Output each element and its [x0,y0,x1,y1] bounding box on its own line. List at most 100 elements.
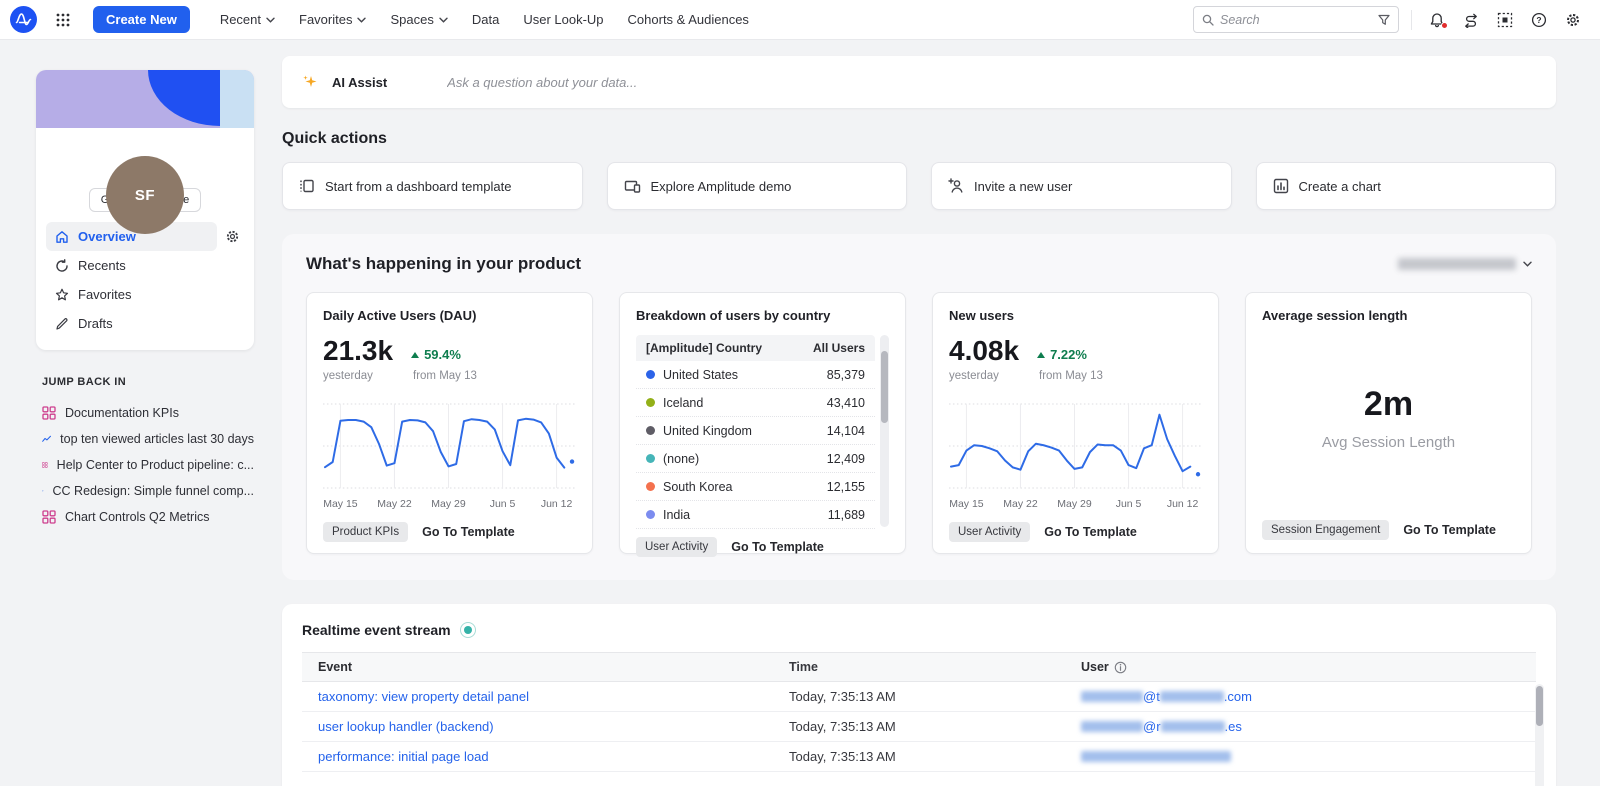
create-new-button[interactable]: Create New [93,6,190,33]
realtime-scrollbar[interactable] [1535,684,1544,786]
nav-spaces-label: Spaces [390,12,433,27]
event-link[interactable]: performance: initial page load [318,749,489,764]
country-row[interactable]: (none)12,409 [636,445,875,473]
nav-cohorts-audiences[interactable]: Cohorts & Audiences [618,6,759,33]
chevron-down-icon [357,17,366,23]
tag-product-kpis[interactable]: Product KPIs [323,522,408,542]
event-user[interactable]: @t.com [1081,689,1252,704]
country-row[interactable]: United States85,379 [636,361,875,389]
country-value: 43,410 [827,396,865,410]
nav-data[interactable]: Data [462,6,509,33]
svg-text:?: ? [1536,15,1541,25]
help-icon[interactable]: ? [1526,7,1552,33]
project-selector[interactable] [1398,258,1532,270]
home-icon [55,230,69,244]
nav-favorites[interactable]: Favorites [289,6,376,33]
country-row[interactable]: India11,689 [636,501,875,529]
data-connections-icon[interactable] [1458,7,1484,33]
space-settings-gear-icon[interactable] [221,225,244,248]
country-scrollbar[interactable] [880,335,889,527]
new-users-delta: 7.22% [1037,347,1087,365]
jump-item-top-ten-articles[interactable]: top ten viewed articles last 30 days [42,426,254,452]
event-row[interactable]: user lookup handler (backend) Today, 7:35… [302,712,1536,742]
country-row[interactable]: United Kingdom14,104 [636,417,875,445]
qa-explore-demo[interactable]: Explore Amplitude demo [607,162,908,210]
tag-session-engagement[interactable]: Session Engagement [1262,520,1389,540]
dau-chart[interactable]: May 15May 22May 29Jun 5Jun 12 [323,396,576,514]
qa-create-chart[interactable]: Create a chart [1256,162,1557,210]
amplitude-logo[interactable] [10,6,37,33]
country-label: United Kingdom [663,424,752,438]
dashed-select-icon[interactable] [1492,7,1518,33]
jump-item-cc-redesign-funnel[interactable]: CC Redesign: Simple funnel comp... [42,478,254,504]
sidebar-item-drafts[interactable]: Drafts [46,309,244,338]
jump-item-chart-controls-q2[interactable]: Chart Controls Q2 Metrics [42,504,254,530]
redacted-text [1161,721,1225,732]
country-scrollbar-thumb[interactable] [881,351,888,423]
section-title: What's happening in your product [306,254,581,274]
global-search[interactable] [1193,6,1399,33]
event-time: Today, 7:35:13 AM [789,689,1081,704]
top-nav: Create New Recent Favorites Spaces Data … [0,0,1600,40]
event-time: Today, 7:35:13 AM [789,719,1081,734]
tag-user-activity[interactable]: User Activity [949,522,1030,542]
new-users-card-title: New users [949,308,1202,323]
jump-item-documentation-kpis[interactable]: Documentation KPIs [42,400,254,426]
qa-invite-user[interactable]: Invite a new user [931,162,1232,210]
app-switcher-icon[interactable] [49,8,77,32]
new-users-delta-caption: from May 13 [1039,370,1103,382]
info-icon[interactable] [1114,661,1127,674]
search-input[interactable] [1220,13,1372,27]
event-link[interactable]: user lookup handler (backend) [318,719,494,734]
avatar[interactable]: SF [106,156,184,234]
country-value: 85,379 [827,368,865,382]
country-label: Iceland [663,396,703,410]
series-color-dot [646,426,655,435]
event-user[interactable] [1081,751,1231,762]
ai-assist-input[interactable] [447,75,1536,90]
event-user[interactable]: @r.es [1081,719,1242,734]
up-arrow-icon [411,352,419,358]
filter-funnel-icon[interactable] [1378,14,1390,26]
users-col-header: All Users [813,341,865,355]
sidebar-item-favorites[interactable]: Favorites [46,280,244,309]
go-to-template-link[interactable]: Go To Template [1403,523,1496,537]
ai-assist-bar[interactable]: AI Assist [282,56,1556,108]
sidebar-item-label: Favorites [78,287,131,302]
go-to-template-link[interactable]: Go To Template [422,525,515,539]
quick-actions-row: Start from a dashboard template Explore … [282,162,1556,210]
new-users-chart[interactable]: May 15May 22May 29Jun 5Jun 12 [949,396,1202,514]
realtime-scrollbar-thumb[interactable] [1536,686,1543,726]
jump-item-help-center-pipeline[interactable]: Help Center to Product pipeline: c... [42,452,254,478]
country-table[interactable]: [Amplitude] Country All Users United Sta… [636,335,889,529]
dau-card-title: Daily Active Users (DAU) [323,308,576,323]
go-to-template-link[interactable]: Go To Template [1044,525,1137,539]
nav-links: Recent Favorites Spaces Data User Look-U… [210,6,759,33]
redacted-text [1160,691,1224,702]
go-to-template-link[interactable]: Go To Template [731,540,824,554]
dau-value: 21.3k [323,337,393,365]
nav-spaces[interactable]: Spaces [380,6,457,33]
event-link[interactable]: taxonomy: view property detail panel [318,689,529,704]
dau-x-axis-labels: May 15May 22May 29Jun 5Jun 12 [323,498,576,514]
nav-data-label: Data [472,12,499,27]
nav-user-lookup[interactable]: User Look-Up [513,6,613,33]
chevron-down-icon [266,17,275,23]
country-row[interactable]: South Korea12,155 [636,473,875,501]
sidebar-item-recents[interactable]: Recents [46,251,244,280]
live-indicator[interactable] [460,622,476,638]
country-row[interactable]: Iceland 43,410 [636,389,875,417]
user-column-header: User [1081,660,1536,674]
nav-recent[interactable]: Recent [210,6,285,33]
dashboard-icon [42,510,56,524]
settings-gear-icon[interactable] [1560,7,1586,33]
jump-back-in: JUMP BACK IN Documentation KPIs top ten … [36,376,254,530]
tag-user-activity[interactable]: User Activity [636,537,717,557]
dau-delta: 59.4% [411,347,461,365]
notifications-bell-icon[interactable] [1424,7,1450,33]
country-breakdown-card: Breakdown of users by country [Amplitude… [619,292,906,554]
qa-dashboard-template[interactable]: Start from a dashboard template [282,162,583,210]
event-row[interactable]: taxonomy: view property detail panel Toda… [302,682,1536,712]
bar-chart-icon [1273,178,1289,194]
event-row[interactable]: performance: initial page loadToday, 7:3… [302,742,1536,772]
